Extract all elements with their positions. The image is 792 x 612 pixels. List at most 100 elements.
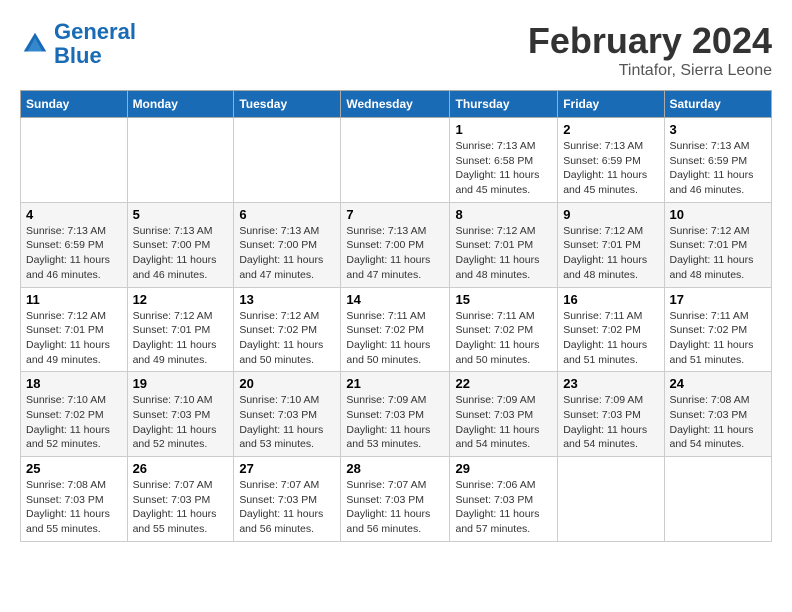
day-info: Sunrise: 7:13 AM Sunset: 7:00 PM Dayligh… — [133, 224, 229, 283]
day-number: 6 — [239, 207, 335, 222]
calendar-cell: 5 Sunrise: 7:13 AM Sunset: 7:00 PM Daylig… — [127, 202, 234, 287]
day-info: Sunrise: 7:12 AM Sunset: 7:02 PM Dayligh… — [239, 309, 335, 368]
day-number: 17 — [670, 292, 767, 307]
day-info: Sunrise: 7:12 AM Sunset: 7:01 PM Dayligh… — [26, 309, 122, 368]
day-info: Sunrise: 7:13 AM Sunset: 7:00 PM Dayligh… — [239, 224, 335, 283]
day-info: Sunrise: 7:10 AM Sunset: 7:02 PM Dayligh… — [26, 393, 122, 452]
day-info: Sunrise: 7:13 AM Sunset: 7:00 PM Dayligh… — [346, 224, 444, 283]
day-number: 23 — [563, 376, 658, 391]
calendar-cell — [127, 118, 234, 203]
day-info: Sunrise: 7:11 AM Sunset: 7:02 PM Dayligh… — [670, 309, 767, 368]
logo: General Blue — [20, 20, 136, 68]
day-info: Sunrise: 7:09 AM Sunset: 7:03 PM Dayligh… — [455, 393, 552, 452]
day-number: 21 — [346, 376, 444, 391]
calendar-cell: 7 Sunrise: 7:13 AM Sunset: 7:00 PM Daylig… — [341, 202, 450, 287]
day-number: 25 — [26, 461, 122, 476]
calendar-cell: 14Sunrise: 7:11 AM Sunset: 7:02 PM Dayli… — [341, 287, 450, 372]
day-number: 8 — [455, 207, 552, 222]
calendar-cell: 3 Sunrise: 7:13 AM Sunset: 6:59 PM Daylig… — [664, 118, 772, 203]
day-info: Sunrise: 7:11 AM Sunset: 7:02 PM Dayligh… — [455, 309, 552, 368]
col-header-sunday: Sunday — [21, 91, 128, 118]
calendar-table: SundayMondayTuesdayWednesdayThursdayFrid… — [20, 90, 772, 542]
day-number: 28 — [346, 461, 444, 476]
day-info: Sunrise: 7:13 AM Sunset: 6:59 PM Dayligh… — [563, 139, 658, 198]
calendar-week-5: 25 Sunrise: 7:08 AM Sunset: 7:03 PM Dayli… — [21, 457, 772, 542]
day-info: Sunrise: 7:13 AM Sunset: 6:58 PM Dayligh… — [455, 139, 552, 198]
day-info: Sunrise: 7:09 AM Sunset: 7:03 PM Dayligh… — [563, 393, 658, 452]
day-number: 2 — [563, 122, 658, 137]
calendar-cell: 21 Sunrise: 7:09 AM Sunset: 7:03 PM Dayli… — [341, 372, 450, 457]
day-info: Sunrise: 7:08 AM Sunset: 7:03 PM Dayligh… — [26, 478, 122, 537]
day-number: 12 — [133, 292, 229, 307]
col-header-wednesday: Wednesday — [341, 91, 450, 118]
calendar-cell: 29Sunrise: 7:06 AM Sunset: 7:03 PM Dayli… — [450, 457, 558, 542]
day-number: 22 — [455, 376, 552, 391]
logo-blue: Blue — [54, 43, 102, 68]
calendar-cell: 24Sunrise: 7:08 AM Sunset: 7:03 PM Dayli… — [664, 372, 772, 457]
day-info: Sunrise: 7:12 AM Sunset: 7:01 PM Dayligh… — [133, 309, 229, 368]
calendar-cell: 8Sunrise: 7:12 AM Sunset: 7:01 PM Daylig… — [450, 202, 558, 287]
calendar-cell: 9 Sunrise: 7:12 AM Sunset: 7:01 PM Daylig… — [558, 202, 664, 287]
calendar-cell: 11 Sunrise: 7:12 AM Sunset: 7:01 PM Dayli… — [21, 287, 128, 372]
calendar-cell: 28 Sunrise: 7:07 AM Sunset: 7:03 PM Dayli… — [341, 457, 450, 542]
day-number: 11 — [26, 292, 122, 307]
day-info: Sunrise: 7:13 AM Sunset: 6:59 PM Dayligh… — [670, 139, 767, 198]
day-info: Sunrise: 7:07 AM Sunset: 7:03 PM Dayligh… — [239, 478, 335, 537]
calendar-cell: 13 Sunrise: 7:12 AM Sunset: 7:02 PM Dayli… — [234, 287, 341, 372]
col-header-monday: Monday — [127, 91, 234, 118]
calendar-cell: 27 Sunrise: 7:07 AM Sunset: 7:03 PM Dayli… — [234, 457, 341, 542]
day-number: 1 — [455, 122, 552, 137]
calendar-cell: 12 Sunrise: 7:12 AM Sunset: 7:01 PM Dayli… — [127, 287, 234, 372]
calendar-cell — [664, 457, 772, 542]
calendar-cell — [558, 457, 664, 542]
location: Tintafor, Sierra Leone — [528, 62, 772, 80]
day-info: Sunrise: 7:07 AM Sunset: 7:03 PM Dayligh… — [346, 478, 444, 537]
calendar-cell: 23 Sunrise: 7:09 AM Sunset: 7:03 PM Dayli… — [558, 372, 664, 457]
calendar-cell — [234, 118, 341, 203]
day-info: Sunrise: 7:10 AM Sunset: 7:03 PM Dayligh… — [133, 393, 229, 452]
day-info: Sunrise: 7:09 AM Sunset: 7:03 PM Dayligh… — [346, 393, 444, 452]
calendar-week-4: 18 Sunrise: 7:10 AM Sunset: 7:02 PM Dayli… — [21, 372, 772, 457]
day-info: Sunrise: 7:12 AM Sunset: 7:01 PM Dayligh… — [563, 224, 658, 283]
calendar-cell: 10 Sunrise: 7:12 AM Sunset: 7:01 PM Dayli… — [664, 202, 772, 287]
day-number: 4 — [26, 207, 122, 222]
calendar-cell: 20Sunrise: 7:10 AM Sunset: 7:03 PM Dayli… — [234, 372, 341, 457]
day-number: 5 — [133, 207, 229, 222]
day-number: 13 — [239, 292, 335, 307]
day-number: 26 — [133, 461, 229, 476]
day-info: Sunrise: 7:13 AM Sunset: 6:59 PM Dayligh… — [26, 224, 122, 283]
calendar-cell: 25 Sunrise: 7:08 AM Sunset: 7:03 PM Dayli… — [21, 457, 128, 542]
day-number: 3 — [670, 122, 767, 137]
day-info: Sunrise: 7:07 AM Sunset: 7:03 PM Dayligh… — [133, 478, 229, 537]
day-number: 16 — [563, 292, 658, 307]
logo-text: General Blue — [54, 20, 136, 68]
day-info: Sunrise: 7:12 AM Sunset: 7:01 PM Dayligh… — [670, 224, 767, 283]
logo-general: General — [54, 19, 136, 44]
day-info: Sunrise: 7:06 AM Sunset: 7:03 PM Dayligh… — [455, 478, 552, 537]
day-number: 7 — [346, 207, 444, 222]
calendar-cell: 16 Sunrise: 7:11 AM Sunset: 7:02 PM Dayli… — [558, 287, 664, 372]
calendar-week-2: 4 Sunrise: 7:13 AM Sunset: 6:59 PM Daylig… — [21, 202, 772, 287]
calendar-cell: 4 Sunrise: 7:13 AM Sunset: 6:59 PM Daylig… — [21, 202, 128, 287]
calendar-cell: 26 Sunrise: 7:07 AM Sunset: 7:03 PM Dayli… — [127, 457, 234, 542]
calendar-cell: 18 Sunrise: 7:10 AM Sunset: 7:02 PM Dayli… — [21, 372, 128, 457]
day-number: 24 — [670, 376, 767, 391]
calendar-cell: 6 Sunrise: 7:13 AM Sunset: 7:00 PM Daylig… — [234, 202, 341, 287]
col-header-thursday: Thursday — [450, 91, 558, 118]
col-header-friday: Friday — [558, 91, 664, 118]
calendar-cell: 1 Sunrise: 7:13 AM Sunset: 6:58 PM Daylig… — [450, 118, 558, 203]
day-number: 27 — [239, 461, 335, 476]
day-info: Sunrise: 7:11 AM Sunset: 7:02 PM Dayligh… — [563, 309, 658, 368]
day-number: 14 — [346, 292, 444, 307]
month-title: February 2024 — [528, 20, 772, 62]
title-block: February 2024 Tintafor, Sierra Leone — [528, 20, 772, 80]
page-header: General Blue February 2024 Tintafor, Sie… — [20, 20, 772, 80]
day-number: 9 — [563, 207, 658, 222]
calendar-week-3: 11 Sunrise: 7:12 AM Sunset: 7:01 PM Dayli… — [21, 287, 772, 372]
col-header-saturday: Saturday — [664, 91, 772, 118]
day-number: 19 — [133, 376, 229, 391]
day-number: 20 — [239, 376, 335, 391]
day-number: 10 — [670, 207, 767, 222]
calendar-cell: 22 Sunrise: 7:09 AM Sunset: 7:03 PM Dayli… — [450, 372, 558, 457]
day-number: 18 — [26, 376, 122, 391]
